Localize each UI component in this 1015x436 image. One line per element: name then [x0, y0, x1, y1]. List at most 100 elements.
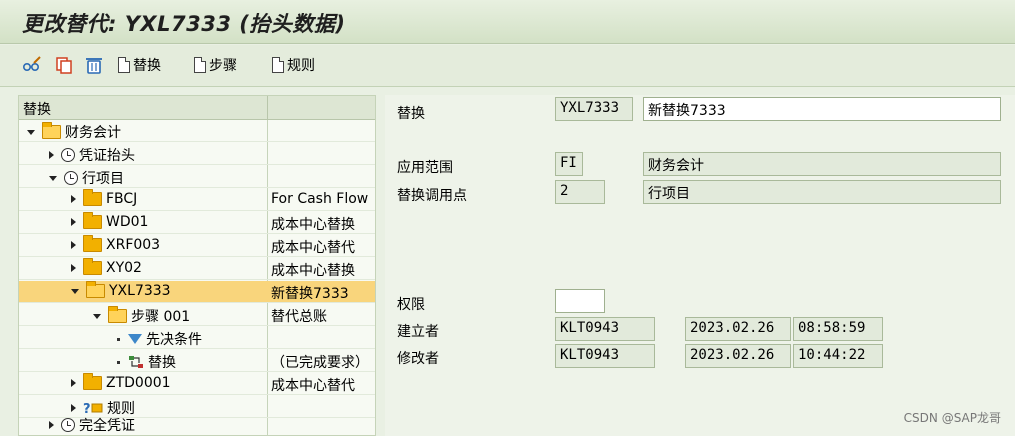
- filter-funnel-icon: [128, 334, 142, 344]
- tree-node-description: 成本中心替代: [271, 240, 355, 256]
- tree-node-label: YXL7333: [109, 283, 171, 299]
- title-bar: 更改替代: YXL7333 (抬头数据): [0, 0, 1015, 44]
- document-icon: [194, 57, 206, 73]
- tree-node-description: 成本中心替换: [271, 217, 355, 233]
- callup-point-label: 替换调用点: [397, 188, 467, 204]
- substitution-icon: [129, 356, 143, 368]
- delete-button[interactable]: [84, 53, 104, 77]
- tree-node-xrf003[interactable]: XRF003 成本中心替代: [19, 235, 375, 257]
- leaf-bullet-icon: [117, 360, 120, 364]
- folder-open-icon: [86, 281, 105, 298]
- tree-node-label: XY02: [106, 260, 142, 276]
- tree-node-label: WD01: [106, 214, 149, 230]
- tree-node-financial-accounting[interactable]: 财务会计: [19, 120, 375, 142]
- tree-node-yxl7333[interactable]: YXL7333 新替换7333: [19, 281, 375, 303]
- expand-arrow-icon[interactable]: [49, 151, 54, 159]
- expand-arrow-icon[interactable]: [71, 379, 76, 387]
- header-data-form: 替换 YXL7333 新替换7333 应用范围 FI 财务会计 替换调用点 2 …: [385, 95, 1015, 436]
- tree-node-label: 步骤 001: [131, 309, 191, 325]
- tree-node-description: 成本中心替换: [271, 263, 355, 279]
- tree-node-description: （已完成要求）: [271, 355, 369, 371]
- substitution-label: 替换: [133, 58, 161, 74]
- folder-open-icon: [108, 306, 127, 323]
- tree-node-step-001[interactable]: 步骤 001 替代总账: [19, 304, 375, 326]
- edit-glasses-icon: [22, 56, 41, 72]
- substitution-label: 替换: [397, 106, 425, 122]
- changed-by-label: 修改者: [397, 351, 439, 367]
- authorization-label: 权限: [397, 297, 425, 313]
- window-title: 更改替代: YXL7333 (抬头数据): [22, 12, 346, 36]
- watermark: CSDN @SAP龙哥: [903, 411, 1001, 425]
- tree-node-label: 财务会计: [65, 125, 121, 141]
- created-by-label: 建立者: [397, 324, 439, 340]
- created-time-field: 08:58:59: [793, 317, 883, 341]
- step-label: 步骤: [209, 58, 237, 74]
- created-by-user-field: KLT0943: [555, 317, 655, 341]
- tree-node-description: 成本中心替代: [271, 378, 355, 394]
- created-date-field: 2023.02.26: [685, 317, 791, 341]
- tree-node-complete-document[interactable]: 完全凭证: [19, 413, 375, 436]
- folder-icon: [83, 235, 102, 252]
- leaf-bullet-icon: [117, 337, 120, 341]
- tree-node-xy02[interactable]: XY02 成本中心替换: [19, 258, 375, 280]
- document-icon: [118, 57, 130, 73]
- document-icon: [272, 57, 284, 73]
- application-area-label: 应用范围: [397, 160, 453, 176]
- clock-icon: [64, 171, 78, 185]
- tree-node-label: 行项目: [82, 171, 124, 187]
- folder-icon: [83, 189, 102, 206]
- tree-node-description: 新替换7333: [271, 286, 349, 302]
- expand-arrow-icon[interactable]: [71, 241, 76, 249]
- rule-button[interactable]: 规则: [272, 53, 315, 77]
- tree-node-prerequisite[interactable]: 先决条件: [19, 327, 375, 349]
- changed-time-field: 10:44:22: [793, 344, 883, 368]
- clock-icon: [61, 148, 75, 162]
- tree-node-fbcj[interactable]: FBCJ For Cash Flow: [19, 189, 375, 211]
- expand-arrow-icon[interactable]: [71, 195, 76, 203]
- tree-node-ztd0001[interactable]: ZTD0001 成本中心替代: [19, 373, 375, 395]
- authorization-field[interactable]: [555, 289, 605, 313]
- expand-arrow-icon[interactable]: [49, 421, 54, 429]
- copy-icon: [56, 57, 72, 74]
- substitution-text-field[interactable]: 新替换7333: [643, 97, 1001, 121]
- tree-node-line-item[interactable]: 行项目: [19, 166, 375, 188]
- tree-node-label: XRF003: [106, 237, 161, 253]
- folder-icon: [83, 258, 102, 275]
- tree-header: 替换: [19, 96, 375, 120]
- collapse-arrow-icon[interactable]: [71, 288, 79, 294]
- tree-node-wd01[interactable]: WD01 成本中心替换: [19, 212, 375, 234]
- folder-icon: [83, 373, 102, 390]
- tree-node-document-header[interactable]: 凭证抬头: [19, 143, 375, 165]
- toolbar: 替换 步骤 规则: [0, 45, 1015, 87]
- tree-node-label: 凭证抬头: [79, 148, 135, 164]
- tree-column-header: 替换: [23, 102, 51, 118]
- rule-label: 规则: [287, 58, 315, 74]
- collapse-arrow-icon[interactable]: [49, 175, 57, 181]
- changed-by-user-field: KLT0943: [555, 344, 655, 368]
- delete-icon: [86, 58, 102, 74]
- tree-node-label: 完全凭证: [79, 418, 135, 434]
- folder-open-icon: [42, 122, 61, 139]
- tree-node-description: 替代总账: [271, 309, 327, 325]
- copy-button[interactable]: [54, 53, 74, 77]
- expand-arrow-icon[interactable]: [71, 264, 76, 272]
- tree-node-label: ZTD0001: [106, 375, 171, 391]
- expand-arrow-icon[interactable]: [71, 218, 76, 226]
- tree-node-description: For Cash Flow: [271, 191, 369, 207]
- substitution-code-field: YXL7333: [555, 97, 633, 121]
- expand-arrow-icon[interactable]: [71, 404, 76, 412]
- column-divider[interactable]: [267, 96, 268, 120]
- collapse-arrow-icon[interactable]: [27, 129, 35, 135]
- substitution-button[interactable]: 替换: [118, 53, 161, 77]
- tree-node-label: 替换: [148, 355, 176, 371]
- clock-icon: [61, 418, 75, 432]
- collapse-arrow-icon[interactable]: [93, 313, 101, 319]
- navigation-tree: 替换 财务会计 凭证抬头 行项目 FBCJ For Cash Flow WD01…: [18, 95, 376, 436]
- application-area-code-field: FI: [555, 152, 583, 176]
- tree-node-label: 先决条件: [146, 332, 202, 348]
- folder-icon: [83, 212, 102, 229]
- display-change-button[interactable]: [22, 53, 42, 77]
- tree-node-substitution[interactable]: 替换 （已完成要求）: [19, 350, 375, 372]
- step-button[interactable]: 步骤: [194, 53, 237, 77]
- application-area-text-field: 财务会计: [643, 152, 1001, 176]
